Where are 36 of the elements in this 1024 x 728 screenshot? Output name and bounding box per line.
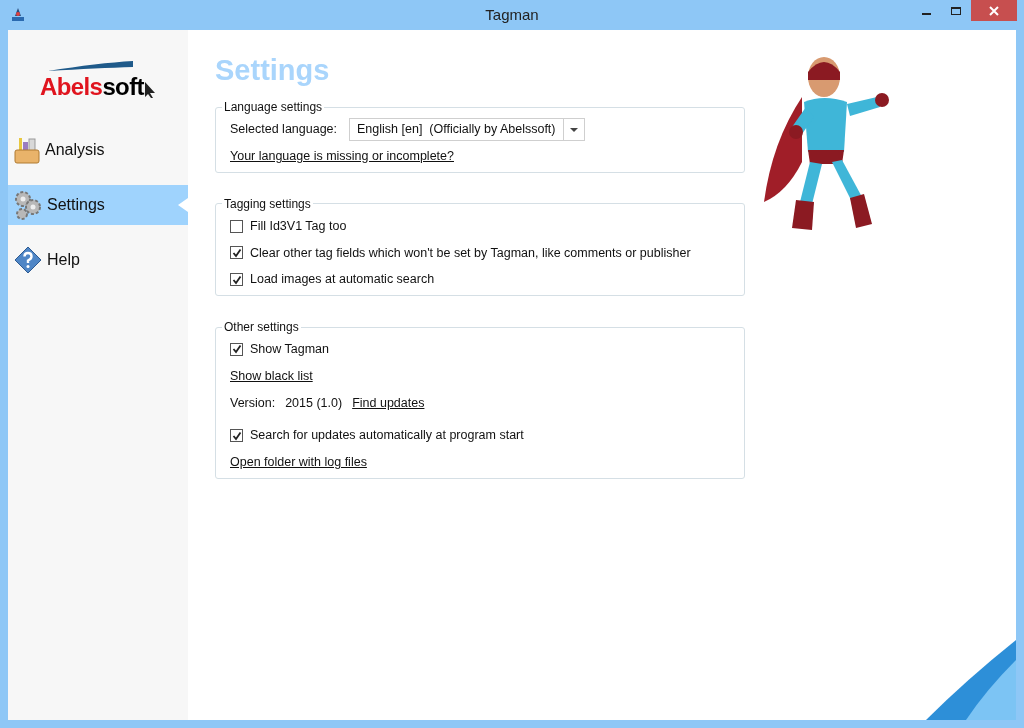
- page-title: Settings: [215, 56, 331, 85]
- language-dropdown[interactable]: English [en] (Officially by Abelssoft): [349, 118, 585, 141]
- group-title: Language settings: [223, 99, 324, 116]
- checkbox-label: Search for updates automatically at program start: [250, 427, 524, 445]
- checkbox-label: Clear other tag fields which won't be set by Tagman, like comments or publisher: [250, 244, 691, 262]
- logo-text: Abelssoft: [40, 75, 144, 99]
- checkbox-label: Show Tagman: [250, 341, 329, 358]
- version-value: 2015 (1.0): [285, 394, 343, 412]
- nav-item[interactable]: Help: [8, 240, 188, 280]
- nav-item[interactable]: Settings: [8, 185, 188, 225]
- group-title: Other settings: [223, 319, 300, 336]
- window-title: Tagman: [485, 4, 539, 25]
- nav-item[interactable]: Analysis: [8, 130, 188, 170]
- checkbox[interactable]: [230, 246, 243, 260]
- gears-icon: [14, 190, 42, 220]
- group-title: Tagging settings: [223, 195, 312, 213]
- checkbox[interactable]: [230, 342, 243, 356]
- checkbox-label: Load images at automatic search: [250, 271, 435, 289]
- checkbox[interactable]: [230, 429, 243, 443]
- toolbox-icon: [14, 136, 40, 164]
- help-icon: [14, 246, 42, 274]
- version-label: Version:: [230, 394, 276, 412]
- field-label: Selected language:: [230, 121, 338, 139]
- app-icon: [10, 8, 26, 22]
- checkbox[interactable]: [230, 219, 243, 233]
- close-button[interactable]: [971, 0, 1017, 21]
- caret-icon: [569, 127, 578, 132]
- link[interactable]: Open folder with log files: [230, 455, 367, 469]
- checkbox[interactable]: [230, 273, 243, 287]
- link[interactable]: Show black list: [230, 368, 313, 383]
- selection-pointer-icon: [178, 198, 188, 212]
- link[interactable]: Your language is missing or incomplete?: [230, 149, 454, 163]
- close-icon: [989, 5, 999, 16]
- checkbox-label: Fill Id3V1 Tag too: [250, 217, 347, 235]
- cursor-icon: [143, 81, 156, 99]
- find-updates-link[interactable]: Find updates: [352, 393, 425, 413]
